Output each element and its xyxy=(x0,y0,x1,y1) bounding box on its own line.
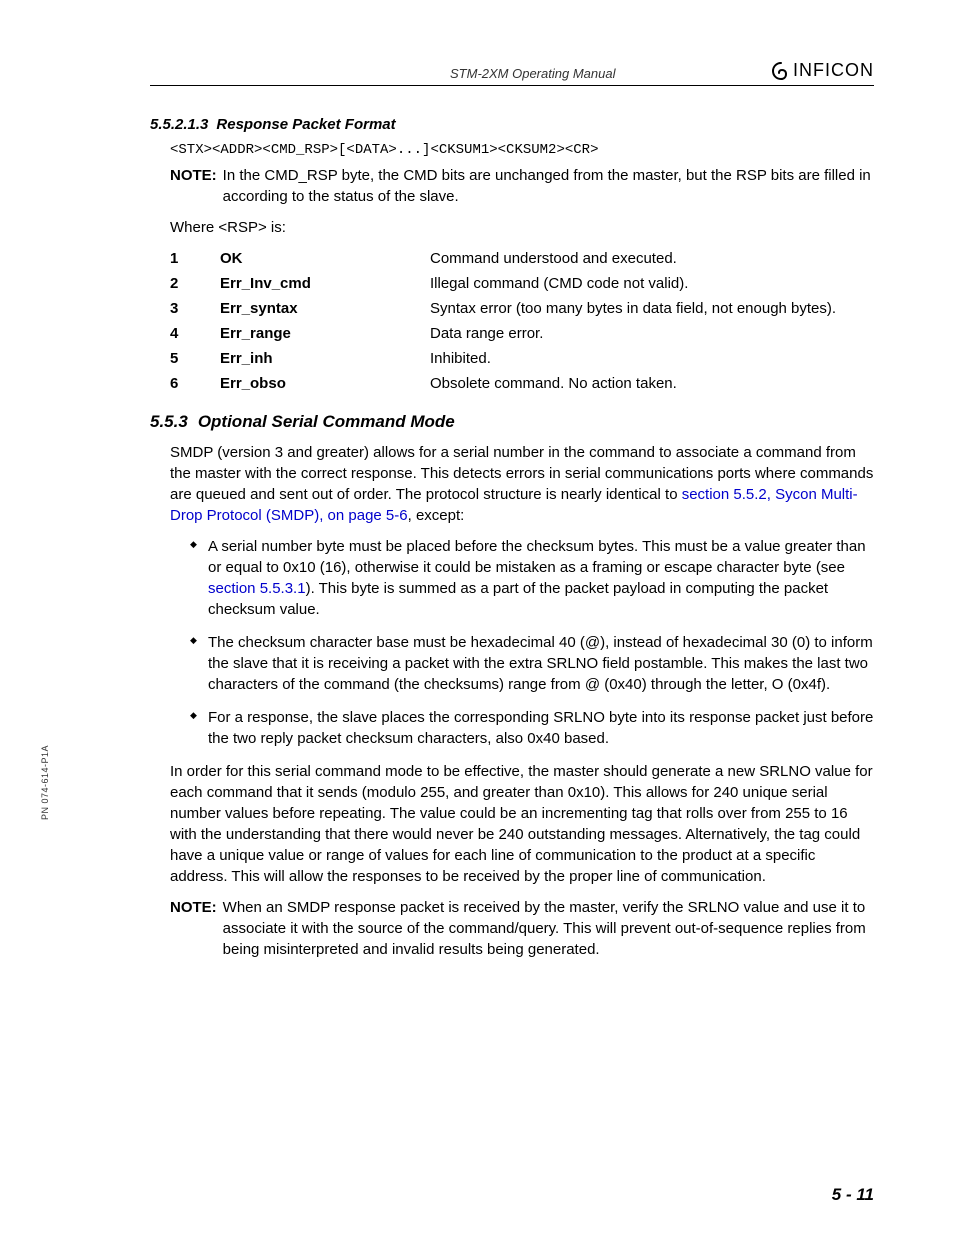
table-row: 6 Err_obso Obsolete command. No action t… xyxy=(170,373,874,394)
rsp-num: 6 xyxy=(170,373,220,394)
paragraph: In order for this serial command mode to… xyxy=(170,761,874,887)
list-item: The checksum character base must be hexa… xyxy=(190,632,874,695)
rsp-num: 1 xyxy=(170,248,220,269)
rsp-name: Err_Inv_cmd xyxy=(220,273,430,294)
doc-title: STM-2XM Operating Manual xyxy=(450,66,615,81)
note-block: NOTE: When an SMDP response packet is re… xyxy=(170,897,874,960)
section-heading-553: 5.5.3 Optional Serial Command Mode xyxy=(150,412,874,432)
rsp-name: Err_inh xyxy=(220,348,430,369)
note-text: When an SMDP response packet is received… xyxy=(223,897,874,960)
section-number: 5.5.3 xyxy=(150,412,188,432)
cross-ref-link[interactable]: section 5.5.3.1 xyxy=(208,580,306,597)
section-title: Response Packet Format xyxy=(216,116,395,133)
table-row: 2 Err_Inv_cmd Illegal command (CMD code … xyxy=(170,273,874,294)
rsp-desc: Command understood and executed. xyxy=(430,248,874,269)
rsp-name: Err_obso xyxy=(220,373,430,394)
list-item-text: A serial number byte must be placed befo… xyxy=(208,538,866,576)
rsp-num: 2 xyxy=(170,273,220,294)
table-row: 5 Err_inh Inhibited. xyxy=(170,348,874,369)
note-label: NOTE: xyxy=(170,897,217,960)
rsp-desc: Data range error. xyxy=(430,323,874,344)
rsp-num: 3 xyxy=(170,298,220,319)
rsp-desc: Obsolete command. No action taken. xyxy=(430,373,874,394)
packet-format-code: <STX><ADDR><CMD_RSP>[<DATA>...]<CKSUM1><… xyxy=(170,141,874,161)
rsp-name: OK xyxy=(220,248,430,269)
bullet-list: A serial number byte must be placed befo… xyxy=(190,536,874,749)
paragraph: SMDP (version 3 and greater) allows for … xyxy=(170,442,874,526)
paragraph-text: , except: xyxy=(408,507,465,524)
section-heading-55213: 5.5.2.1.3 Response Packet Format xyxy=(150,116,874,133)
table-row: 4 Err_range Data range error. xyxy=(170,323,874,344)
rsp-num: 4 xyxy=(170,323,220,344)
brand-text: INFICON xyxy=(793,60,874,81)
where-rsp: Where <RSP> is: xyxy=(170,217,874,238)
section-title: Optional Serial Command Mode xyxy=(198,412,455,432)
rsp-name: Err_range xyxy=(220,323,430,344)
section-number: 5.5.2.1.3 xyxy=(150,116,208,133)
rsp-name: Err_syntax xyxy=(220,298,430,319)
note-label: NOTE: xyxy=(170,165,217,207)
table-row: 1 OK Command understood and executed. xyxy=(170,248,874,269)
note-text: In the CMD_RSP byte, the CMD bits are un… xyxy=(223,165,874,207)
table-row: 3 Err_syntax Syntax error (too many byte… xyxy=(170,298,874,319)
page-number: 5 - 11 xyxy=(832,1185,874,1205)
page-header: STM-2XM Operating Manual INFICON xyxy=(150,60,874,86)
rsp-desc: Inhibited. xyxy=(430,348,874,369)
rsp-desc: Syntax error (too many bytes in data fie… xyxy=(430,298,874,319)
list-item: A serial number byte must be placed befo… xyxy=(190,536,874,620)
rsp-num: 5 xyxy=(170,348,220,369)
part-number: PN 074-614-P1A xyxy=(40,745,50,820)
logo-icon xyxy=(771,61,791,81)
note-block: NOTE: In the CMD_RSP byte, the CMD bits … xyxy=(170,165,874,207)
rsp-desc: Illegal command (CMD code not valid). xyxy=(430,273,874,294)
brand-logo: INFICON xyxy=(771,60,874,81)
list-item: For a response, the slave places the cor… xyxy=(190,707,874,749)
rsp-table: 1 OK Command understood and executed. 2 … xyxy=(170,248,874,394)
